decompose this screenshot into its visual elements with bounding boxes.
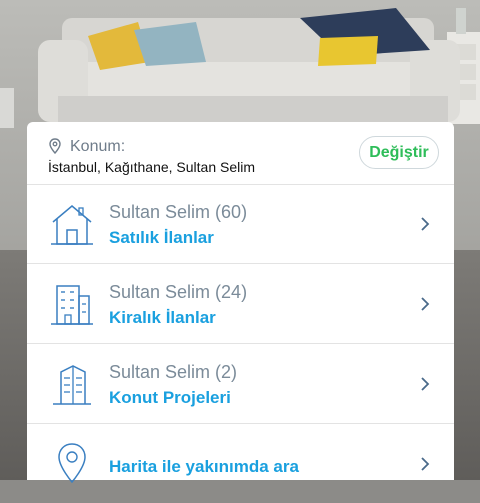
menu-row-label: Satılık İlanlar <box>109 228 214 247</box>
project-building-icon <box>53 365 91 405</box>
location-label: Konum: <box>70 138 126 155</box>
chevron-right-icon <box>421 297 430 311</box>
location-pin-icon <box>49 138 61 154</box>
menu-row-label: Konut Projeleri <box>109 388 231 407</box>
menu-row-for-sale[interactable]: Sultan Selim (60) Satılık İlanlar <box>27 184 454 264</box>
map-pin-icon <box>58 443 86 484</box>
menu-row-projects[interactable]: Sultan Selim (2) Konut Projeleri <box>27 344 454 424</box>
menu-row-for-rent[interactable]: Sultan Selim (24) Kiralık İlanlar <box>27 264 454 344</box>
listing-card: Konum: İstanbul, Kağıthane, Sultan Selim… <box>27 122 454 484</box>
house-icon <box>51 205 93 245</box>
menu-row-title: Sultan Selim (2) <box>109 362 238 382</box>
change-location-button[interactable]: Değiştir <box>359 136 439 169</box>
apartment-building-icon <box>51 285 93 325</box>
chevron-right-icon <box>421 457 430 471</box>
menu-row-title: Sultan Selim (24) <box>109 282 248 302</box>
chevron-right-icon <box>421 377 430 391</box>
menu-row-title: Sultan Selim (60) <box>109 202 248 222</box>
chevron-right-icon <box>421 217 430 231</box>
location-section: Konum: İstanbul, Kağıthane, Sultan Selim… <box>27 122 454 185</box>
menu-row-label: Kiralık İlanlar <box>109 308 216 327</box>
location-value: İstanbul, Kağıthane, Sultan Selim <box>48 159 256 175</box>
menu-row-map-search[interactable]: Harita ile yakınımda ara <box>27 424 454 503</box>
menu-row-label: Harita ile yakınımda ara <box>109 457 299 476</box>
